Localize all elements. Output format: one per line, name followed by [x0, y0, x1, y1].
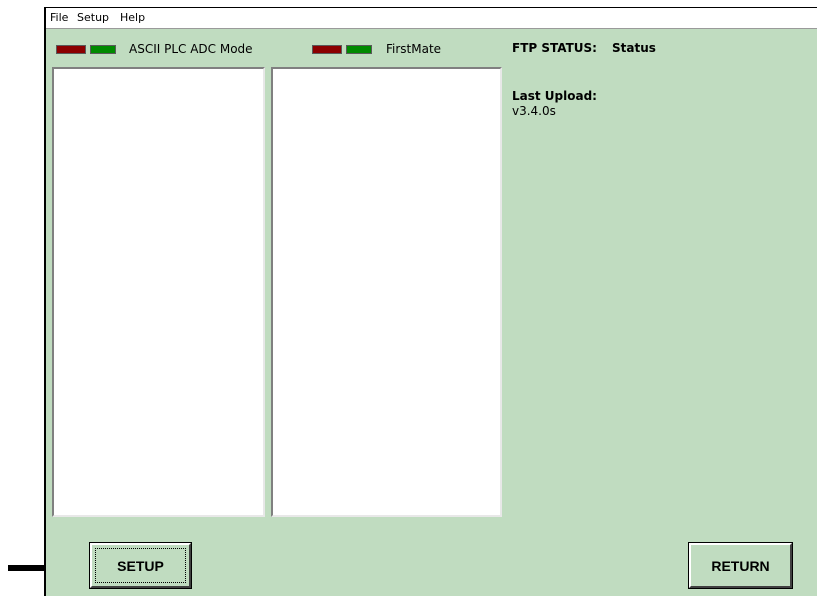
- last-upload-value: v3.4.0s: [512, 104, 556, 118]
- ascii-plc-log-list[interactable]: [52, 67, 265, 517]
- left-panel-label: ASCII PLC ADC Mode: [129, 42, 253, 56]
- menu-file[interactable]: File: [50, 11, 68, 24]
- setup-button[interactable]: SETUP: [89, 542, 192, 589]
- status-led-green: [90, 45, 116, 54]
- status-led-green: [346, 45, 372, 54]
- menu-help[interactable]: Help: [120, 11, 145, 24]
- ftp-status-label: FTP STATUS:: [512, 41, 597, 55]
- right-panel-label: FirstMate: [386, 42, 442, 56]
- app-window: File Setup Help ASCII PLC ADC Mode First…: [44, 7, 817, 596]
- return-button-label: RETURN: [711, 557, 770, 574]
- ftp-status-value: Status: [612, 41, 656, 55]
- firstmate-log-list[interactable]: [271, 67, 502, 517]
- screen: File Setup Help ASCII PLC ADC Mode First…: [0, 0, 817, 596]
- setup-button-label: SETUP: [95, 548, 186, 583]
- return-button[interactable]: RETURN: [688, 542, 793, 589]
- menu-setup[interactable]: Setup: [77, 11, 109, 24]
- menu-bar: File Setup Help: [46, 8, 817, 29]
- last-upload-label: Last Upload:: [512, 89, 597, 103]
- status-led-red: [56, 45, 86, 54]
- status-led-red: [312, 45, 342, 54]
